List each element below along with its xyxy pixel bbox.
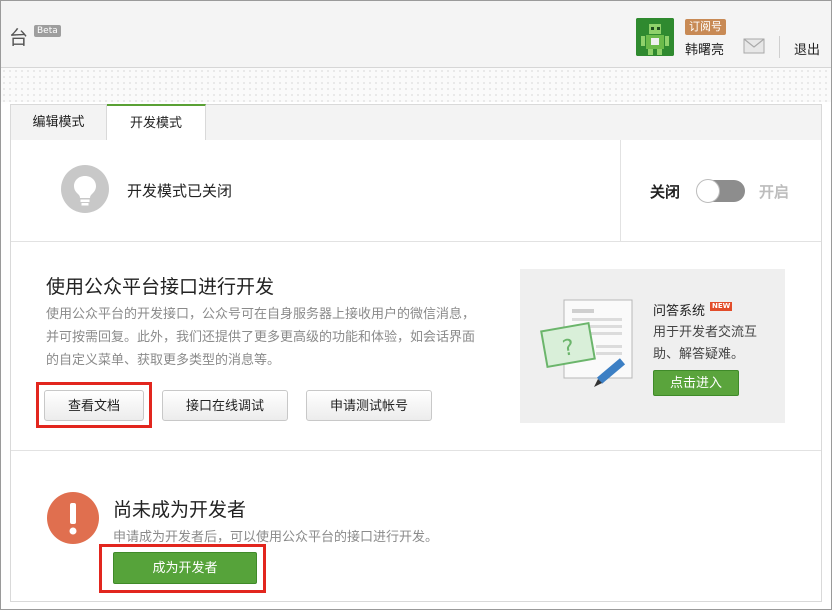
- api-section: 使用公众平台接口进行开发 使用公众平台的开发接口，公众号可在自身服务器上接收用户…: [11, 242, 821, 451]
- dev-mode-status: 开发模式已关闭 关闭 开启: [11, 140, 821, 242]
- toggle-knob: [696, 179, 720, 203]
- qa-card: ? 问答系统 NEW 用于开发者交流互助、解答疑难。 点击进入: [520, 269, 785, 423]
- brand-title: 台: [9, 27, 29, 49]
- dev-mode-status-text: 开发模式已关闭: [127, 182, 233, 200]
- view-docs-button[interactable]: 查看文档: [44, 390, 144, 421]
- decorative-band: [1, 68, 831, 102]
- become-developer-button[interactable]: 成为开发者: [113, 552, 257, 584]
- lightbulb-icon: [61, 165, 109, 213]
- tab-edit-mode[interactable]: 编辑模式: [11, 104, 107, 141]
- toggle-on-label: 开启: [759, 183, 790, 201]
- logout-link[interactable]: 退出: [794, 39, 820, 58]
- header-divider: [779, 36, 780, 58]
- api-section-title: 使用公众平台接口进行开发: [46, 276, 275, 298]
- status-divider: [620, 140, 621, 241]
- api-debug-button[interactable]: 接口在线调试: [162, 390, 288, 421]
- tab-dev-mode[interactable]: 开发模式: [107, 104, 206, 142]
- dev-mode-toggle[interactable]: [696, 179, 745, 203]
- developer-title: 尚未成为开发者: [113, 499, 247, 521]
- exclamation-icon: [47, 492, 99, 544]
- user-name[interactable]: 韩曙亮: [685, 39, 724, 58]
- become-developer-section: 尚未成为开发者 申请成为开发者后，可以使用公众平台的接口进行开发。 成为开发者: [11, 451, 821, 601]
- mode-tabs: 编辑模式 开发模式: [10, 104, 822, 142]
- qa-enter-button[interactable]: 点击进入: [653, 370, 739, 396]
- dev-mode-panel: 开发模式已关闭 关闭 开启 使用公众平台接口进行开发 使用公众平台的开发接口，公…: [10, 140, 822, 602]
- qa-title: 问答系统: [653, 304, 706, 319]
- account-type-badge: 订阅号: [685, 19, 726, 35]
- avatar[interactable]: [636, 18, 674, 56]
- test-account-button[interactable]: 申请测试帐号: [306, 390, 432, 421]
- qa-description: 用于开发者交流互助、解答疑难。: [653, 325, 758, 362]
- api-section-description: 使用公众平台的开发接口，公众号可在自身服务器上接收用户的微信消息，并可按需回复。…: [46, 307, 476, 368]
- qa-document-icon: ?: [536, 297, 636, 397]
- robot-avatar-icon: [636, 18, 674, 56]
- new-badge: NEW: [710, 302, 733, 311]
- mail-icon[interactable]: [743, 38, 765, 54]
- top-header: 台 Beta 订阅号 韩曙亮 退出: [1, 1, 831, 68]
- developer-description: 申请成为开发者后，可以使用公众平台的接口进行开发。: [113, 530, 439, 545]
- beta-badge: Beta: [34, 25, 61, 37]
- toggle-off-label: 关闭: [650, 183, 681, 201]
